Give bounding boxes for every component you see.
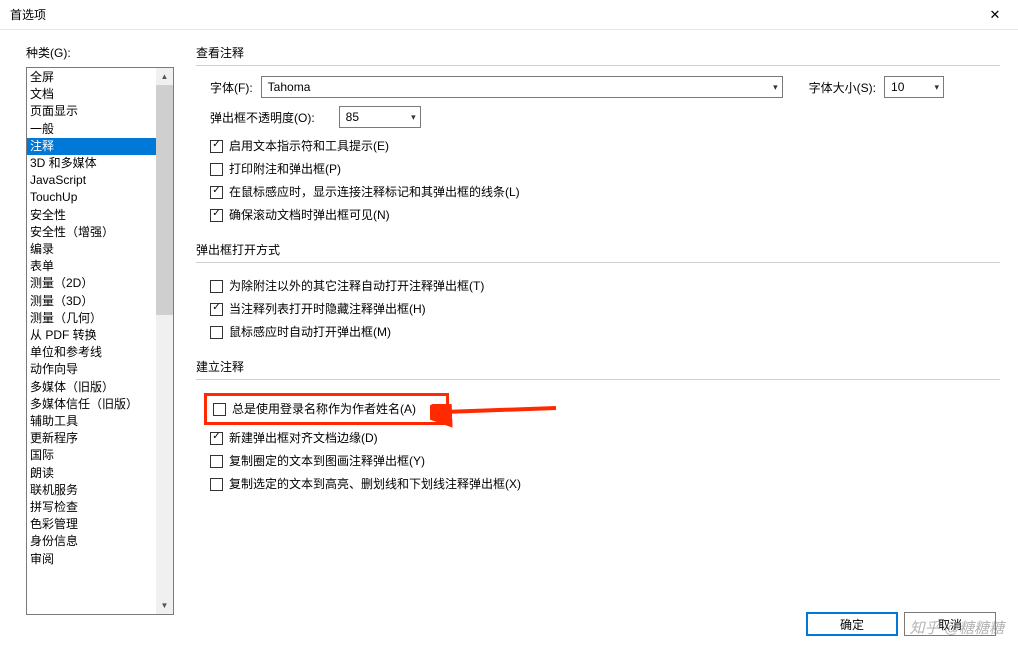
checkbox-label: 打印附注和弹出框(P): [229, 159, 341, 179]
category-item[interactable]: 表单: [27, 258, 156, 275]
font-size-value: 10: [891, 80, 904, 94]
category-item[interactable]: JavaScript: [27, 172, 156, 189]
close-button[interactable]: ✕: [972, 0, 1018, 30]
category-item[interactable]: 全屏: [27, 69, 156, 86]
category-item[interactable]: 多媒体（旧版）: [27, 379, 156, 396]
ok-button[interactable]: 确定: [806, 612, 898, 636]
category-item[interactable]: 文档: [27, 86, 156, 103]
group-view-title: 查看注释: [196, 44, 1000, 61]
category-item[interactable]: 朗读: [27, 465, 156, 482]
scroll-thumb[interactable]: [156, 85, 173, 315]
category-item[interactable]: 安全性: [27, 207, 156, 224]
scroll-up-icon[interactable]: ▲: [156, 68, 173, 85]
font-size-select[interactable]: 10 ▾: [884, 76, 944, 98]
checkbox-row: 为除附注以外的其它注释自动打开注释弹出框(T): [210, 276, 1000, 296]
category-item[interactable]: 页面显示: [27, 103, 156, 120]
checkbox-label: 鼠标感应时自动打开弹出框(M): [229, 322, 391, 342]
checkbox[interactable]: [210, 432, 223, 445]
category-item[interactable]: 联机服务: [27, 482, 156, 499]
checkbox[interactable]: [210, 186, 223, 199]
category-item[interactable]: 国际: [27, 447, 156, 464]
checkbox-row: 新建弹出框对齐文档边缘(D): [210, 428, 1000, 448]
checkbox-row: 确保滚动文档时弹出框可见(N): [210, 205, 1000, 225]
category-item[interactable]: 3D 和多媒体: [27, 155, 156, 172]
checkbox[interactable]: [213, 403, 226, 416]
font-size-label: 字体大小(S):: [809, 79, 876, 96]
font-value: Tahoma: [268, 80, 311, 94]
category-label: 种类(G):: [26, 44, 174, 61]
category-item[interactable]: 多媒体信任（旧版）: [27, 396, 156, 413]
checkbox-row: 启用文本指示符和工具提示(E): [210, 136, 1000, 156]
checkbox-label: 复制选定的文本到高亮、删划线和下划线注释弹出框(X): [229, 474, 521, 494]
checkbox-label: 总是使用登录名称作为作者姓名(A): [232, 399, 416, 419]
opacity-select[interactable]: 85 ▾: [339, 106, 421, 128]
category-item[interactable]: 编录: [27, 241, 156, 258]
checkbox[interactable]: [210, 326, 223, 339]
cancel-button[interactable]: 取消: [904, 612, 996, 636]
category-item[interactable]: 更新程序: [27, 430, 156, 447]
checkbox[interactable]: [210, 163, 223, 176]
category-item[interactable]: 身份信息: [27, 533, 156, 550]
checkbox-label: 复制圈定的文本到图画注释弹出框(Y): [229, 451, 425, 471]
checkbox-label: 确保滚动文档时弹出框可见(N): [229, 205, 390, 225]
checkbox-row: 鼠标感应时自动打开弹出框(M): [210, 322, 1000, 342]
checkbox-row: 打印附注和弹出框(P): [210, 159, 1000, 179]
group-create-title: 建立注释: [196, 358, 1000, 375]
checkbox[interactable]: [210, 478, 223, 491]
checkbox[interactable]: [210, 209, 223, 222]
category-item[interactable]: 测量（2D）: [27, 275, 156, 292]
category-item[interactable]: 色彩管理: [27, 516, 156, 533]
category-item[interactable]: 注释: [27, 138, 156, 155]
checkbox-label: 启用文本指示符和工具提示(E): [229, 136, 389, 156]
category-item[interactable]: 从 PDF 转换: [27, 327, 156, 344]
window-title: 首选项: [10, 6, 46, 23]
checkbox-row: 复制选定的文本到高亮、删划线和下划线注释弹出框(X): [210, 474, 1000, 494]
category-listbox[interactable]: 全屏文档页面显示一般注释3D 和多媒体JavaScriptTouchUp安全性安…: [26, 67, 174, 615]
category-item[interactable]: 审阅: [27, 551, 156, 568]
category-item[interactable]: 测量（几何）: [27, 310, 156, 327]
category-item[interactable]: 安全性（增强）: [27, 224, 156, 241]
checkbox-row: 复制圈定的文本到图画注释弹出框(Y): [210, 451, 1000, 471]
checkbox[interactable]: [210, 303, 223, 316]
category-item[interactable]: 动作向导: [27, 361, 156, 378]
scrollbar[interactable]: ▲ ▼: [156, 68, 173, 614]
checkbox-row: 总是使用登录名称作为作者姓名(A): [210, 393, 1000, 425]
checkbox[interactable]: [210, 140, 223, 153]
font-label: 字体(F):: [210, 79, 253, 96]
chevron-down-icon: ▾: [773, 82, 778, 93]
checkbox-label: 新建弹出框对齐文档边缘(D): [229, 428, 378, 448]
checkbox-label: 为除附注以外的其它注释自动打开注释弹出框(T): [229, 276, 484, 296]
checkbox-row: 在鼠标感应时，显示连接注释标记和其弹出框的线条(L): [210, 182, 1000, 202]
category-item[interactable]: 单位和参考线: [27, 344, 156, 361]
chevron-down-icon: ▾: [411, 112, 416, 123]
checkbox[interactable]: [210, 280, 223, 293]
category-item[interactable]: 一般: [27, 121, 156, 138]
highlighted-option: 总是使用登录名称作为作者姓名(A): [204, 393, 449, 425]
group-popup-title: 弹出框打开方式: [196, 241, 1000, 258]
chevron-down-icon: ▾: [934, 82, 939, 93]
checkbox[interactable]: [210, 455, 223, 468]
opacity-label: 弹出框不透明度(O):: [210, 109, 315, 126]
checkbox-row: 当注释列表打开时隐藏注释弹出框(H): [210, 299, 1000, 319]
category-item[interactable]: TouchUp: [27, 189, 156, 206]
scroll-down-icon[interactable]: ▼: [156, 597, 173, 614]
category-item[interactable]: 拼写检查: [27, 499, 156, 516]
checkbox-label: 在鼠标感应时，显示连接注释标记和其弹出框的线条(L): [229, 182, 520, 202]
category-item[interactable]: 测量（3D）: [27, 293, 156, 310]
font-select[interactable]: Tahoma ▾: [261, 76, 783, 98]
titlebar: 首选项 ✕: [0, 0, 1018, 30]
category-item[interactable]: 辅助工具: [27, 413, 156, 430]
checkbox-label: 当注释列表打开时隐藏注释弹出框(H): [229, 299, 426, 319]
opacity-value: 85: [346, 110, 359, 124]
